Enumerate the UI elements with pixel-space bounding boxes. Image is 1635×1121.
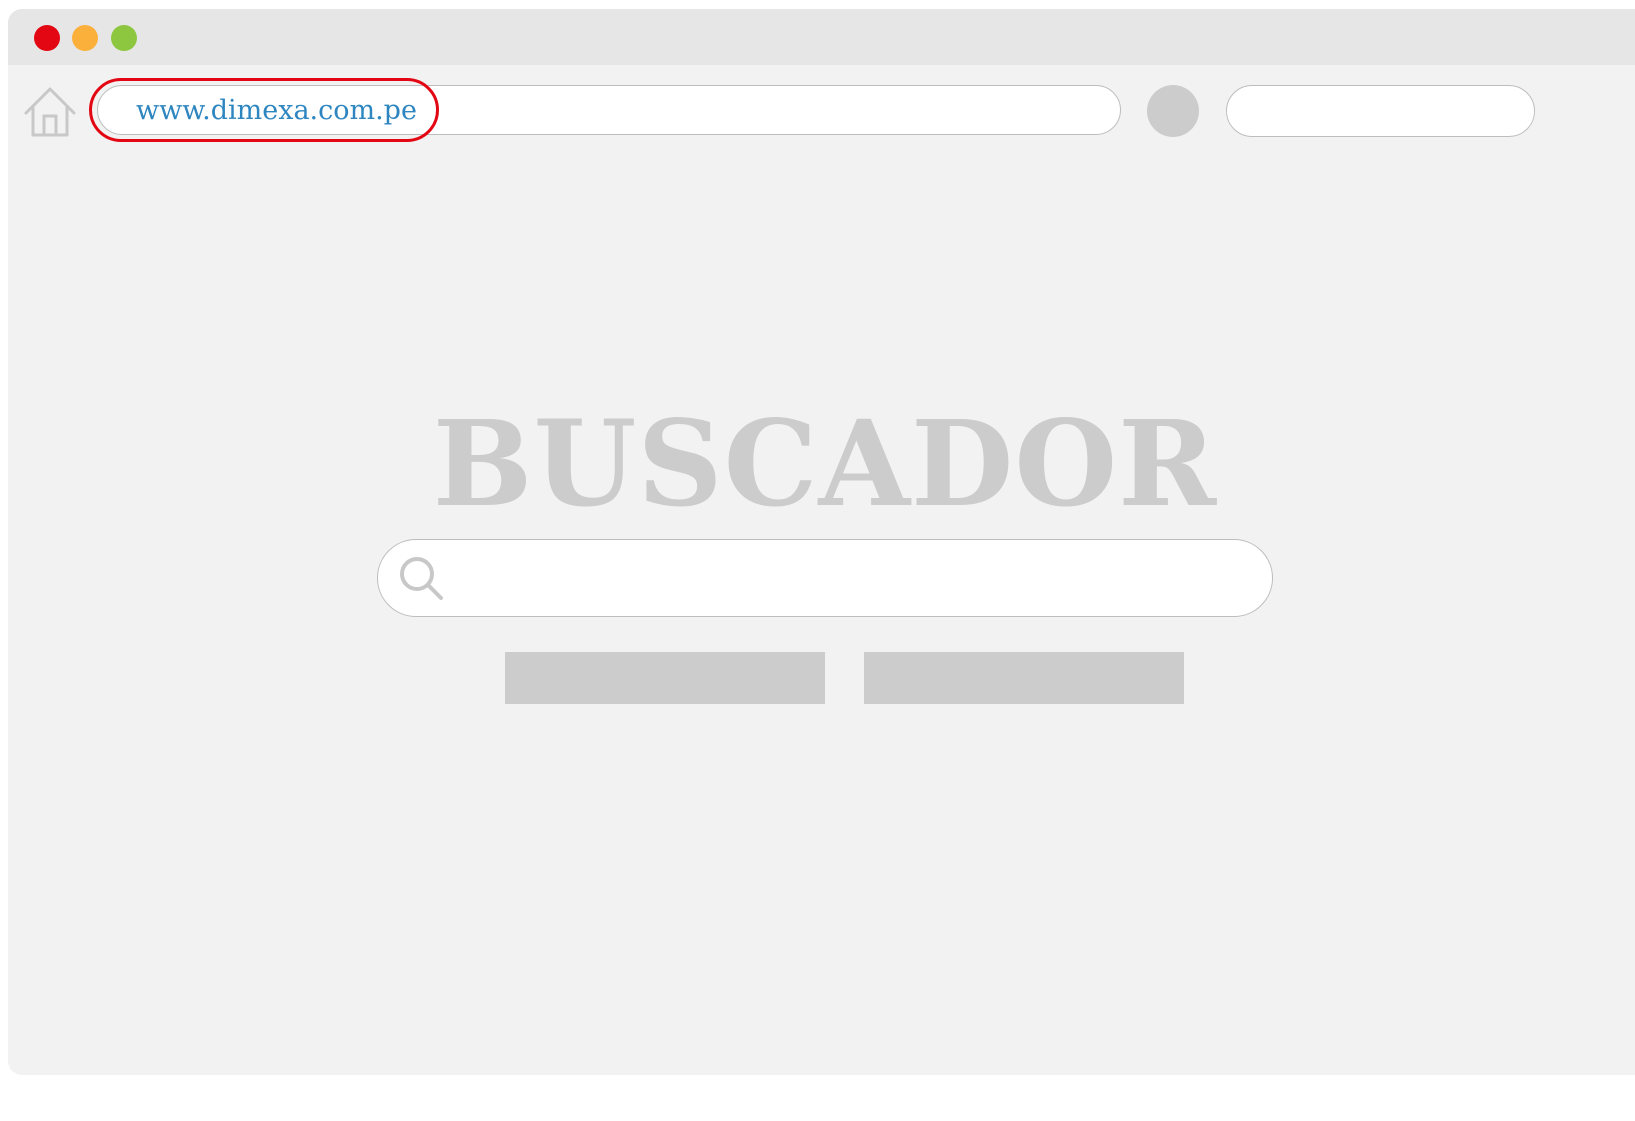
search-input[interactable] xyxy=(377,539,1273,617)
toolbar-search-field[interactable] xyxy=(1226,85,1535,137)
maximize-button[interactable] xyxy=(111,25,137,51)
search-icon xyxy=(400,557,443,600)
title-bar xyxy=(8,9,1635,65)
address-bar-url[interactable]: www.dimexa.com.pe xyxy=(136,91,417,131)
page-title: BUSCADOR xyxy=(432,394,1218,533)
minimize-button[interactable] xyxy=(72,25,98,51)
toolbar-circle-button[interactable] xyxy=(1147,85,1199,137)
home-icon[interactable] xyxy=(23,86,77,138)
search-button[interactable] xyxy=(505,652,825,704)
secondary-button[interactable] xyxy=(864,652,1184,704)
close-button[interactable] xyxy=(34,25,60,51)
